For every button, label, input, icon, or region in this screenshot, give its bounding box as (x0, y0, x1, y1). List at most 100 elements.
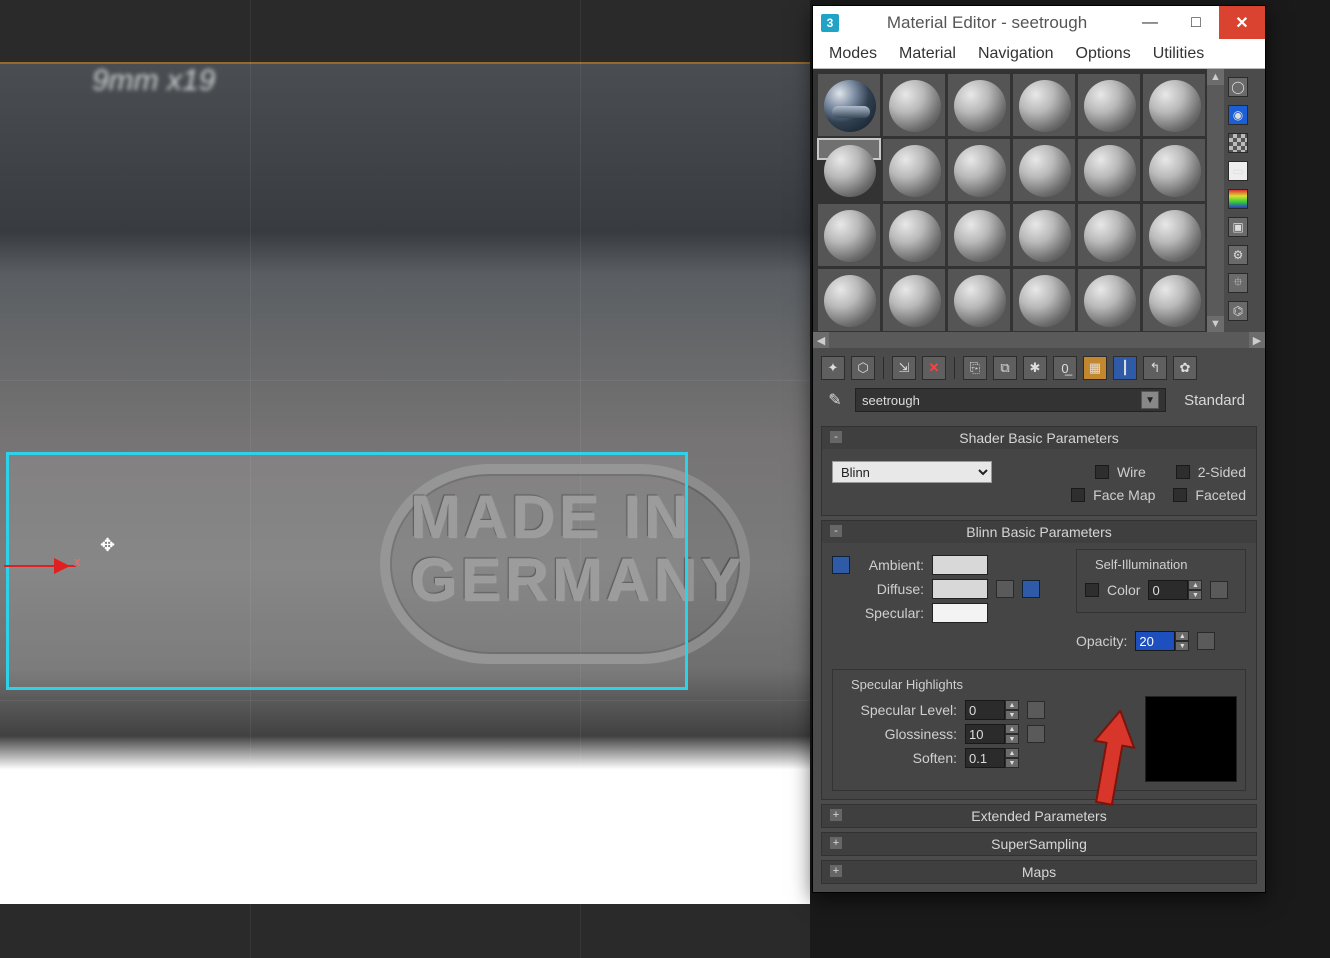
minimize-button[interactable]: — (1127, 6, 1173, 39)
scroll-left-arrow-icon[interactable]: ◀ (813, 332, 829, 348)
show-end-result-icon[interactable]: ┃ (1113, 356, 1137, 380)
sample-slot[interactable] (817, 203, 881, 267)
pick-material-icon[interactable]: ✎ (825, 390, 845, 410)
close-button[interactable]: ✕ (1219, 6, 1265, 39)
sample-slot[interactable] (1012, 138, 1076, 202)
sample-slot[interactable] (882, 73, 946, 137)
sample-slot[interactable] (1077, 73, 1141, 137)
sample-slot[interactable] (947, 73, 1011, 137)
rollout-header[interactable]: + Maps (822, 861, 1256, 883)
rollout-header[interactable]: - Blinn Basic Parameters (822, 521, 1256, 543)
selected-plane-object[interactable] (6, 452, 688, 690)
diffuse-map-button[interactable] (996, 580, 1014, 598)
two-sided-checkbox[interactable] (1176, 465, 1190, 479)
menu-utilities[interactable]: Utilities (1143, 41, 1215, 67)
get-material-icon[interactable]: ✦ (821, 356, 845, 380)
glossiness-map-button[interactable] (1027, 725, 1045, 743)
reset-map-icon[interactable]: ✕ (922, 356, 946, 380)
sample-uv-icon[interactable]: ▭ (1228, 161, 1248, 181)
backlight-icon[interactable]: ◉ (1228, 105, 1248, 125)
specular-color-swatch[interactable] (932, 603, 988, 623)
specular-level-map-button[interactable] (1027, 701, 1045, 719)
rollout-header[interactable]: - Shader Basic Parameters (822, 427, 1256, 449)
maximize-button[interactable]: □ (1173, 6, 1219, 39)
self-illum-color-checkbox[interactable] (1085, 583, 1099, 597)
rollout-expand-icon[interactable]: + (830, 809, 842, 821)
soften-spinner[interactable]: ▲▼ (965, 748, 1019, 768)
sample-slot[interactable] (947, 138, 1011, 202)
sample-slot[interactable] (1012, 268, 1076, 332)
make-unique-icon[interactable]: ⧉ (993, 356, 1017, 380)
sample-type-icon[interactable]: ◯ (1228, 77, 1248, 97)
sample-slot[interactable] (1012, 73, 1076, 137)
sample-slot[interactable] (1077, 203, 1141, 267)
options-icon[interactable]: ⚙ (1228, 245, 1248, 265)
material-map-navigator-icon[interactable]: ⌬ (1228, 301, 1248, 321)
soften-value[interactable] (965, 748, 1005, 768)
face-map-checkbox[interactable] (1071, 488, 1085, 502)
go-forward-icon[interactable]: ✿ (1173, 356, 1197, 380)
self-illum-spinner[interactable]: ▲▼ (1148, 580, 1202, 600)
glossiness-value[interactable] (965, 724, 1005, 744)
video-color-check-icon[interactable] (1228, 189, 1248, 209)
sample-slot[interactable] (1077, 268, 1141, 332)
shader-type-select[interactable]: Blinn (832, 461, 992, 483)
diffuse-color-swatch[interactable] (932, 579, 988, 599)
specular-level-value[interactable] (965, 700, 1005, 720)
sample-slot[interactable] (947, 203, 1011, 267)
sample-slot[interactable] (1142, 73, 1206, 137)
opacity-map-button[interactable] (1197, 632, 1215, 650)
ambient-color-swatch[interactable] (932, 555, 988, 575)
sample-slot[interactable] (1142, 138, 1206, 202)
material-id-icon[interactable]: 0̲ (1053, 356, 1077, 380)
self-illum-map-button[interactable] (1210, 581, 1228, 599)
transform-gizmo-x-axis[interactable] (4, 565, 76, 567)
sample-slot[interactable] (1077, 138, 1141, 202)
sample-slot[interactable] (1012, 203, 1076, 267)
assign-to-selection-icon[interactable]: ⇲ (892, 356, 916, 380)
sample-slot[interactable] (882, 203, 946, 267)
rollout-header[interactable]: + Extended Parameters (822, 805, 1256, 827)
diffuse-specular-lock-icon[interactable] (1022, 580, 1040, 598)
rollout-header[interactable]: + SuperSampling (822, 833, 1256, 855)
sample-slot[interactable] (947, 268, 1011, 332)
sample-slot[interactable] (817, 268, 881, 332)
make-preview-icon[interactable]: ▣ (1228, 217, 1248, 237)
go-to-parent-icon[interactable]: ↰ (1143, 356, 1167, 380)
chevron-down-icon[interactable]: ▼ (1141, 391, 1159, 409)
samples-vertical-scrollbar[interactable]: ▲ ▼ (1206, 69, 1224, 332)
scroll-right-arrow-icon[interactable]: ▶ (1249, 332, 1265, 348)
opacity-spinner[interactable]: ▲▼ (1135, 631, 1189, 651)
scroll-up-arrow-icon[interactable]: ▲ (1207, 69, 1224, 85)
rollout-expand-icon[interactable]: + (830, 837, 842, 849)
sample-slot[interactable] (1142, 268, 1206, 332)
menu-options[interactable]: Options (1066, 41, 1141, 67)
sample-slot[interactable] (882, 138, 946, 202)
menu-material[interactable]: Material (889, 41, 966, 67)
material-type-button[interactable]: Standard (1176, 390, 1253, 411)
sample-slot[interactable] (817, 73, 881, 137)
ambient-diffuse-lock-icon[interactable] (832, 556, 850, 574)
glossiness-spinner[interactable]: ▲▼ (965, 724, 1019, 744)
viewport[interactable]: 9mm x19 MADE IN GERMANY ✥ x (0, 0, 810, 958)
samples-horizontal-scrollbar[interactable]: ◀ ▶ (813, 332, 1265, 348)
put-to-scene-icon[interactable]: ⬡ (851, 356, 875, 380)
menu-navigation[interactable]: Navigation (968, 41, 1064, 67)
show-map-in-viewport-icon[interactable]: ▦ (1083, 356, 1107, 380)
menu-modes[interactable]: Modes (819, 41, 887, 67)
sample-slot-selected[interactable] (817, 138, 881, 160)
rollout-collapse-icon[interactable]: - (830, 431, 842, 443)
rollout-expand-icon[interactable]: + (830, 865, 842, 877)
titlebar[interactable]: 3 Material Editor - seetrough — □ ✕ (813, 6, 1265, 39)
rollout-collapse-icon[interactable]: - (830, 525, 842, 537)
faceted-checkbox[interactable] (1173, 488, 1187, 502)
sample-slot[interactable] (882, 268, 946, 332)
opacity-value[interactable] (1135, 631, 1175, 651)
specular-level-spinner[interactable]: ▲▼ (965, 700, 1019, 720)
make-copy-icon[interactable]: ⎘ (963, 356, 987, 380)
select-by-material-icon[interactable]: ⯐ (1228, 273, 1248, 293)
self-illum-value[interactable] (1148, 580, 1188, 600)
put-to-library-icon[interactable]: ✱ (1023, 356, 1047, 380)
background-icon[interactable] (1228, 133, 1248, 153)
wire-checkbox[interactable] (1095, 465, 1109, 479)
